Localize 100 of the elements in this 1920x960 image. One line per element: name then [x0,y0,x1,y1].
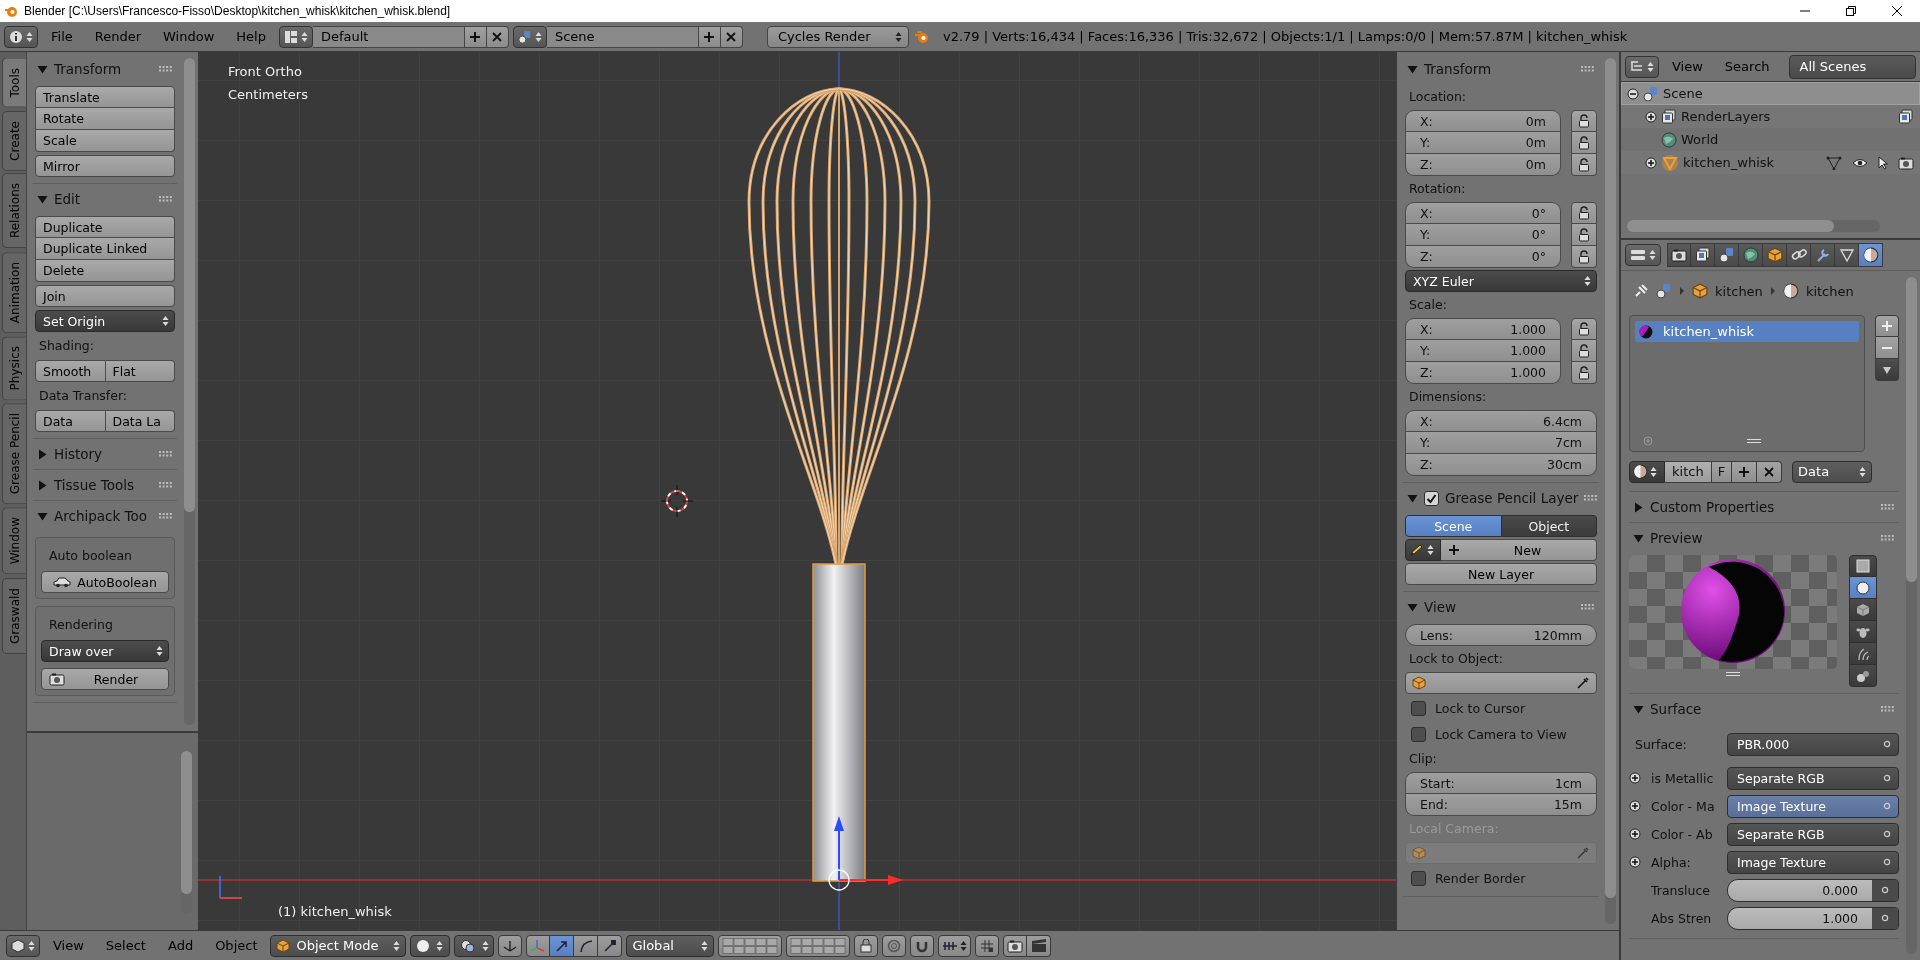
expand-triangle-icon[interactable] [1633,501,1644,513]
number-field[interactable]: 0.000 [1727,878,1899,902]
scrollbar[interactable] [184,58,195,725]
properties-tab[interactable] [1835,243,1859,267]
snap-target-button[interactable] [975,934,1000,957]
expand-triangle-icon[interactable] [1633,703,1644,715]
number-field[interactable]: X: 6.4cm [1405,410,1597,432]
expand-toggle-icon[interactable] [1627,87,1639,100]
orientation-dropdown[interactable]: Global [626,934,715,957]
tree-item-label[interactable]: World [1681,132,1719,147]
scrollbar[interactable] [1906,277,1917,954]
editor-type-button[interactable] [1625,55,1659,78]
editor-type-button[interactable] [6,934,40,957]
lock-button[interactable] [1571,202,1597,224]
outliner-row[interactable]: Scene [1621,82,1920,105]
outliner-row[interactable]: RenderLayers [1621,105,1920,128]
pivot-dropdown[interactable] [454,934,495,957]
delete-layout-button[interactable] [486,25,509,48]
tool-button[interactable]: Duplicate Linked [35,238,175,260]
panel-title[interactable]: Preview [1650,530,1875,546]
add-slot-button[interactable] [1875,315,1899,337]
panel-title[interactable]: Edit [54,191,153,207]
tool-button[interactable]: Join [35,285,175,307]
new-button[interactable]: New [1441,539,1597,561]
autoboolean-button[interactable]: AutoBoolean [41,571,169,593]
render-button[interactable]: Render [41,668,169,690]
panel-title[interactable]: Grease Pencil Layer [1445,490,1579,506]
menu-item[interactable]: Help [227,25,275,48]
properties-tab[interactable] [1787,243,1811,267]
tool-button[interactable]: Data La [105,410,175,432]
unlink-material-button[interactable] [1757,460,1783,483]
panel-title[interactable]: View [1424,599,1575,615]
properties-tab[interactable] [1715,243,1739,267]
toggle-button[interactable]: Scene [1405,515,1502,537]
number-field[interactable]: X: 1.000 [1405,318,1561,340]
node-dropdown[interactable]: PBR.000 [1727,732,1899,756]
properties-tab[interactable] [1667,243,1691,267]
number-field[interactable]: Z: 0m [1405,154,1561,176]
breadcrumb-item[interactable]: kitchen [1715,283,1763,299]
preview-mode-button[interactable] [1849,643,1877,665]
number-field[interactable]: Lens: 120mm [1405,624,1597,646]
preview-mode-button[interactable] [1849,665,1877,687]
expand-triangle-icon[interactable] [1407,63,1418,75]
checkbox[interactable] [1411,870,1426,886]
new-material-button[interactable] [1732,460,1758,483]
panel-title[interactable]: Transform [1424,61,1575,77]
tool-button[interactable]: Flat [105,360,175,382]
link-dropdown[interactable]: Data [1792,460,1873,483]
shelf-tab[interactable]: Window [2,507,26,575]
lock-button[interactable] [1571,246,1597,268]
node-dropdown[interactable]: Image Texture [1727,850,1899,874]
manipulator-button[interactable] [550,934,575,957]
expand-triangle-icon[interactable] [37,479,48,491]
scrollbar-thumb[interactable] [184,58,195,512]
manipulator-visibility-button[interactable] [526,934,551,957]
fake-user-button[interactable]: F [1711,460,1733,483]
shelf-tab[interactable]: Physics [2,335,26,401]
number-field[interactable]: Y: 1.000 [1405,340,1561,362]
tree-item-label[interactable]: Scene [1663,86,1703,101]
preview-mode-button[interactable] [1849,599,1877,621]
object-field[interactable] [1405,672,1597,694]
material-slot[interactable]: kitchen_whisk [1635,321,1859,342]
checkbox[interactable] [1424,490,1439,506]
properties-tab[interactable] [1811,243,1835,267]
render-still-button[interactable] [1003,934,1028,957]
number-field[interactable]: Y: 0° [1405,224,1561,246]
checkbox[interactable] [1411,726,1426,742]
layout-selector[interactable] [278,25,313,48]
expand-triangle-icon[interactable] [37,63,48,75]
menu-item[interactable]: View [44,934,93,957]
number-field[interactable]: Z: 0° [1405,246,1561,268]
panel-title[interactable]: Transform [54,61,153,77]
scene-selector[interactable] [512,25,547,48]
socket-expand-icon[interactable] [1629,772,1641,784]
snap-button[interactable] [910,934,935,957]
tool-button[interactable]: Delete [35,260,175,282]
expand-triangle-icon[interactable] [37,193,48,205]
editor-type-button[interactable] [4,25,38,48]
number-field[interactable]: Start: 1cm [1405,772,1597,794]
render-animation-button[interactable] [1027,934,1052,957]
panel-title[interactable]: Tissue Tools [54,477,153,493]
number-field[interactable]: Y: 7cm [1405,432,1597,454]
socket-expand-icon[interactable] [1629,856,1641,868]
expand-toggle-icon[interactable] [1645,110,1657,123]
lock-button[interactable] [1571,318,1597,340]
lock-button[interactable] [1571,340,1597,362]
shelf-tab[interactable]: Create [2,110,26,171]
tool-button[interactable]: Data [35,410,106,432]
pencil-dropdown[interactable] [1405,539,1441,561]
dropdown[interactable]: Draw over [41,640,169,662]
manipulator-button[interactable] [598,934,623,957]
display-mode-dropdown[interactable]: All Scenes [1788,54,1916,79]
menu-item[interactable]: Select [96,934,155,957]
number-field[interactable]: Z: 30cm [1405,454,1597,476]
expand-triangle-icon[interactable] [37,448,48,460]
menu-item[interactable]: Render [85,25,151,48]
lock-button[interactable] [1571,224,1597,246]
shelf-tab[interactable]: Graswald [2,577,26,654]
mode-dropdown[interactable]: Object Mode [270,934,407,957]
shelf-tab[interactable]: Relations [2,173,26,249]
